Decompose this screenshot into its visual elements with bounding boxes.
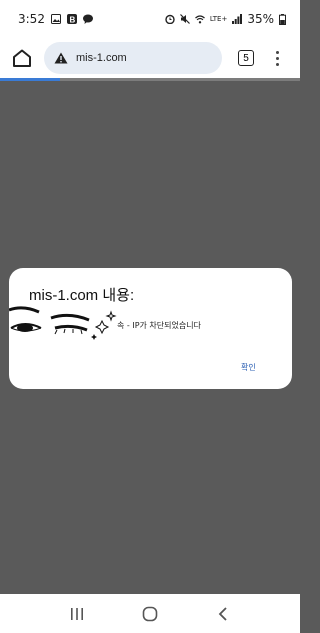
more-menu-button[interactable] [272, 48, 282, 68]
eyes-illustration-icon [9, 306, 117, 340]
menu-dot-icon [275, 56, 279, 60]
signal-label: LTE+ [209, 15, 228, 23]
back-button[interactable] [208, 599, 238, 629]
gallery-icon [50, 14, 61, 24]
url-text: mis-1.com [76, 52, 127, 64]
recent-apps-icon [70, 607, 83, 620]
wifi-icon [194, 15, 205, 24]
confirm-button[interactable]: 확인 [241, 362, 256, 373]
dialog-message: 속 - IP가 차단되었습니다 [117, 321, 201, 330]
recent-apps-button[interactable] [62, 599, 92, 629]
home-nav-button[interactable] [135, 599, 165, 629]
system-nav-bar [0, 594, 300, 633]
dialog-title: mis-1.com 내용: [29, 287, 135, 304]
battery-icon [279, 13, 286, 25]
battery-percent: 35% [247, 12, 274, 26]
b-app-icon: B [66, 14, 77, 25]
status-time: 3:52 [18, 12, 45, 26]
status-left: 3:52 B [18, 12, 93, 26]
svg-text:B: B [69, 16, 75, 25]
talk-icon [82, 14, 93, 24]
address-bar[interactable]: mis-1.com [44, 42, 222, 74]
back-icon [219, 606, 227, 621]
menu-dot-icon [275, 62, 279, 66]
signal-bars-icon [232, 14, 243, 24]
alert-dialog: mis-1.com 내용: 속 - IP가 차단되었습니다 확인 [9, 268, 292, 389]
tab-switcher-button[interactable]: 5 [238, 50, 254, 66]
mute-icon [179, 14, 190, 24]
home-circle-icon [142, 606, 158, 621]
status-bar: 3:52 B LTE+ 35% [0, 0, 300, 38]
home-button[interactable] [8, 44, 36, 72]
home-icon [13, 49, 31, 67]
warning-icon [54, 52, 68, 64]
status-right: LTE+ 35% [165, 12, 286, 26]
alarm-icon [165, 14, 175, 24]
browser-toolbar: mis-1.com 5 [0, 38, 300, 78]
menu-dot-icon [275, 50, 279, 54]
